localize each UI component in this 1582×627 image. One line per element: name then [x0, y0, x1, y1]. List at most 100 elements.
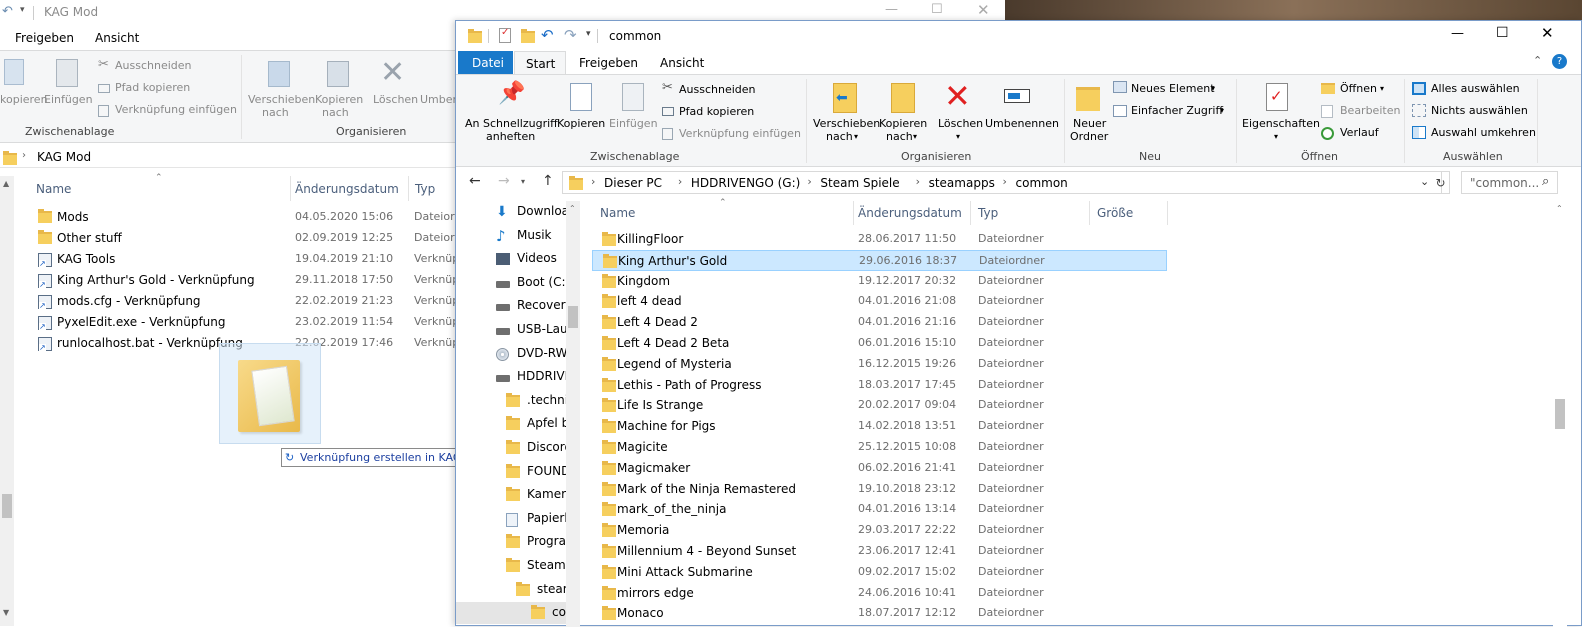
nav-item[interactable]: Discord [456, 437, 566, 459]
table-row[interactable]: Machine for Pigs 14.02.2018 13:51 Dateiord… [592, 416, 1167, 437]
nav-item[interactable]: steam [456, 579, 566, 601]
nav-item[interactable]: Papierk [456, 508, 566, 530]
tab-freigeben[interactable]: Freigeben [579, 56, 638, 70]
maximize-button[interactable]: ☐ [1496, 25, 1509, 41]
list-item[interactable]: ↗ King Arthur's Gold - Verknüpfung 29.11.2… [28, 270, 459, 291]
scroll-thumb[interactable] [568, 306, 578, 328]
ausschneiden-button[interactable]: Ausschneiden [115, 59, 192, 72]
nav-item[interactable]: Steam S [456, 555, 566, 577]
nav-item[interactable]: DVD-RW [456, 343, 566, 365]
maximize-button[interactable]: ☐ [931, 2, 943, 17]
ausschneiden-button[interactable]: Ausschneiden [679, 83, 756, 96]
breadcrumb-item[interactable]: Dieser PC [604, 176, 662, 190]
nav-item[interactable]: Kamera [456, 484, 566, 506]
scroll-up-icon[interactable]: ▲ [3, 179, 9, 188]
table-row[interactable]: left 4 dead 04.01.2016 21:08 Dateiordner [592, 291, 1167, 312]
scroll-up-icon[interactable]: ⌃ [569, 204, 576, 213]
minimize-button[interactable]: — [885, 2, 898, 17]
nav-item[interactable]: HDDRIVE [456, 366, 566, 388]
list-item[interactable]: Mods 04.05.2020 15:06 Dateiord [28, 207, 461, 228]
new-folder-icon[interactable] [521, 29, 535, 43]
einfuegen-button[interactable]: Einfügen [44, 93, 93, 106]
table-row[interactable]: mark_of_the_ninja 04.01.2016 13:14 Dateior… [592, 499, 1167, 520]
pfad-kopieren-button[interactable]: Pfad kopieren [115, 81, 190, 94]
help-icon[interactable]: ? [1552, 54, 1567, 69]
nav-item[interactable]: Boot (C:) [456, 272, 566, 294]
table-row[interactable]: Life Is Strange 20.02.2017 09:04 Dateiordn… [592, 395, 1167, 416]
nav-item[interactable]: .techni [456, 390, 566, 412]
table-row[interactable]: Kingdom 19.12.2017 20:32 Dateiordner [592, 271, 1167, 292]
oeffnen-button[interactable]: Öffnen [1340, 82, 1377, 95]
kopieren-button[interactable]: Kopieren [557, 117, 605, 130]
nav-item[interactable]: ⬇ Downloa [456, 201, 566, 223]
table-row[interactable]: Lethis - Path of Progress 18.03.2017 17:4… [592, 375, 1167, 396]
scroll-down-icon[interactable]: ▼ [3, 608, 9, 617]
einfacher-zugriff-button[interactable]: Einfacher Zugriff [1131, 104, 1223, 117]
left-address-bar[interactable]: › KAG Mod [0, 148, 455, 168]
tab-start[interactable]: Start [514, 51, 566, 75]
quick-access-dropdown-icon[interactable]: ▾ [20, 5, 25, 15]
redo-icon[interactable]: ↷ [564, 26, 577, 44]
einfuegen-button[interactable]: Einfügen [609, 117, 658, 130]
nav-item[interactable]: Recover [456, 295, 566, 317]
verschieben-nach-button[interactable]: Verschieben [813, 117, 880, 130]
table-row[interactable]: Mini Attack Submarine 09.02.2017 15:02 Dat… [592, 562, 1167, 583]
up-button[interactable]: ↑ [542, 173, 554, 189]
umbenennen-button[interactable]: Umben [420, 93, 460, 106]
nav-item[interactable]: Videos [456, 248, 566, 270]
properties-icon[interactable]: ✓ [499, 27, 511, 43]
kopieren-nach-button[interactable]: Kopieren [879, 117, 927, 130]
nav-item[interactable]: comm [456, 602, 566, 625]
table-row[interactable]: Magicite 25.12.2015 10:08 Dateiordner [592, 437, 1167, 458]
list-item[interactable]: ↗ mods.cfg - Verknüpfung 22.02.2019 21:23 V… [28, 291, 459, 312]
search-box[interactable]: "common... ⌕ [1461, 171, 1558, 194]
table-row[interactable]: King Arthur's Gold 29.06.2016 18:37 Dateio… [592, 249, 1167, 271]
pfad-kopieren-button[interactable]: Pfad kopieren [679, 105, 754, 118]
column-header-type[interactable]: Typ [978, 206, 998, 220]
forward-button[interactable]: → [498, 173, 510, 189]
collapse-ribbon-icon[interactable]: ⌃ [1533, 54, 1542, 67]
bearbeiten-button[interactable]: Bearbeiten [1340, 104, 1400, 117]
table-row[interactable]: KillingFloor 28.06.2017 11:50 Dateiordner [592, 229, 1167, 250]
table-row[interactable]: Left 4 Dead 2 Beta 06.01.2016 15:10 Dateio… [592, 333, 1167, 354]
left-nav-scrollbar[interactable]: ▲ ▼ [0, 176, 14, 626]
address-bar[interactable]: › Dieser PC › HDDRIVENGO (G:) › Steam Spiele ›… [562, 171, 1442, 194]
close-button[interactable]: ✕ [1541, 24, 1554, 42]
table-row[interactable]: Millennium 4 - Beyond Sunset 23.06.2017 1… [592, 541, 1167, 562]
table-row[interactable]: Magicmaker 06.02.2016 21:41 Dateiordner [592, 458, 1167, 479]
scroll-up-icon[interactable]: ⌃ [1556, 204, 1563, 213]
search-input[interactable]: "common... [1470, 176, 1539, 190]
undo-icon[interactable]: ↶ [2, 4, 13, 19]
kopieren-nach-button[interactable]: Kopieren [315, 93, 363, 106]
close-button[interactable]: ✕ [977, 1, 990, 19]
neues-element-button[interactable]: Neues Element [1131, 82, 1215, 95]
list-item[interactable]: ↗ PyxelEdit.exe - Verknüpfung 23.02.2019 1… [28, 312, 459, 333]
loeschen-button[interactable]: Löschen [373, 93, 418, 106]
table-row[interactable]: Legend of Mysteria 16.12.2015 19:26 Dateio… [592, 354, 1167, 375]
breadcrumb-separator-icon[interactable]: › [1003, 175, 1007, 188]
tab-datei[interactable]: Datei [458, 51, 513, 74]
nav-item[interactable]: Apfel b [456, 413, 566, 435]
breadcrumb-item[interactable]: HDDRIVENGO (G:) [691, 176, 800, 190]
column-header-name[interactable]: Name [600, 206, 635, 220]
an-schnellzugriff-button[interactable]: An Schnellzugriff [465, 117, 558, 130]
navigation-scrollbar[interactable]: ⌃ [566, 201, 580, 627]
recent-locations-icon[interactable]: ▾ [521, 177, 525, 186]
refresh-button[interactable]: ↻ [1432, 171, 1450, 194]
quick-access-dropdown-icon[interactable]: ▾ [586, 29, 591, 39]
auswahl-umkehren-button[interactable]: Auswahl umkehren [1431, 126, 1536, 139]
breadcrumb-item[interactable]: Steam Spiele [820, 176, 899, 190]
table-row[interactable]: Monaco 18.07.2017 12:12 Dateiordner [592, 603, 1167, 624]
nav-item[interactable]: ♪ Musik [456, 225, 566, 247]
column-header-type[interactable]: Typ [415, 182, 435, 196]
nav-item[interactable]: Progran [456, 531, 566, 553]
undo-icon[interactable]: ↶ [541, 26, 554, 44]
eigenschaften-button[interactable]: Eigenschaften [1242, 117, 1320, 130]
tab-freigeben[interactable]: Freigeben [15, 31, 74, 45]
table-row[interactable]: Memoria 29.03.2017 22:22 Dateiordner [592, 520, 1167, 541]
column-header-date[interactable]: Änderungsdatum [295, 182, 399, 196]
scroll-thumb[interactable] [1555, 399, 1565, 429]
column-header-size[interactable]: Größe [1097, 206, 1133, 220]
list-item[interactable]: Other stuff 02.09.2019 12:25 Dateiord [28, 228, 461, 249]
alles-auswaehlen-button[interactable]: Alles auswählen [1431, 82, 1520, 95]
